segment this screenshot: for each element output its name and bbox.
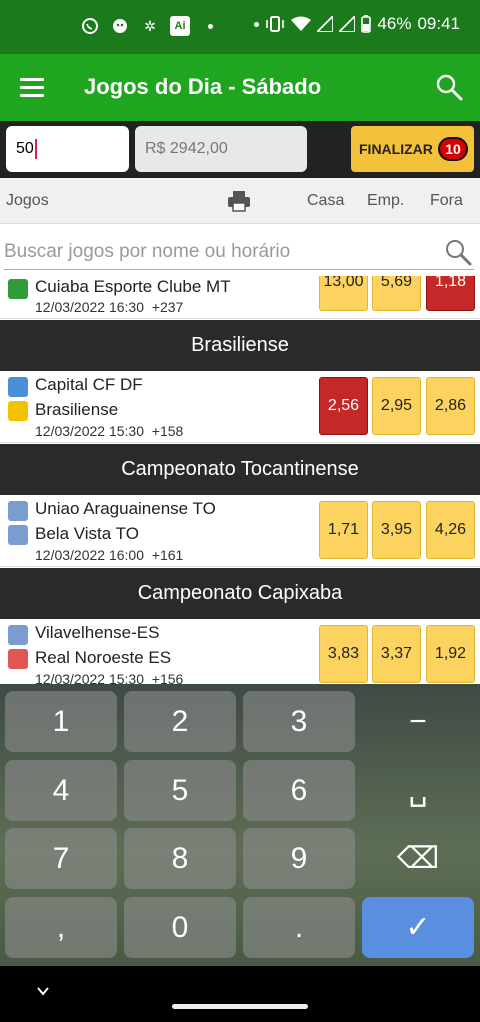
- bet-slip-bar: 50 R$ 2942,00 FINALIZAR 10: [0, 121, 480, 178]
- league-header: Brasiliense: [0, 320, 480, 371]
- stake-input[interactable]: 50: [6, 126, 129, 172]
- stake-value: 50: [16, 140, 34, 157]
- match-row[interactable]: Capital CF DF Brasiliense 12/03/2022 15:…: [0, 371, 480, 443]
- odd-draw[interactable]: 3,95: [372, 501, 421, 559]
- battery-icon: [361, 15, 372, 33]
- key-period[interactable]: .: [243, 897, 355, 958]
- printer-icon[interactable]: [227, 190, 251, 212]
- odd-home[interactable]: 3,83: [319, 625, 368, 683]
- away-team: Bela Vista TO: [35, 524, 139, 543]
- key-backspace[interactable]: ⌫: [362, 828, 474, 889]
- chevron-down-icon[interactable]: [36, 984, 50, 998]
- key-comma[interactable]: ,: [5, 897, 117, 958]
- home-team: Capital CF DF: [35, 375, 143, 394]
- team-crest-icon: [8, 501, 28, 521]
- game-search-input[interactable]: [4, 234, 474, 270]
- key-5[interactable]: 5: [124, 760, 236, 821]
- home-team: Vilavelhense-ES: [35, 623, 160, 642]
- key-0[interactable]: 0: [124, 897, 236, 958]
- wifi-icon: [291, 16, 312, 31]
- away-team: Brasiliense: [35, 400, 119, 419]
- league-header: Campeonato Capixaba: [0, 568, 480, 619]
- key-enter[interactable]: ✓: [362, 897, 474, 958]
- home-gesture-handle[interactable]: [172, 1004, 308, 1009]
- slack-icon: ✲: [144, 17, 156, 34]
- more-notifications-icon: [200, 16, 220, 36]
- key-6[interactable]: 6: [243, 760, 355, 821]
- odd-away[interactable]: 1,18: [426, 276, 475, 311]
- odd-home[interactable]: 13,00: [319, 276, 368, 311]
- finalize-button[interactable]: FINALIZAR 10: [351, 126, 474, 172]
- search-icon[interactable]: [434, 72, 464, 102]
- system-status: 46% 09:41: [254, 14, 460, 34]
- key-7[interactable]: 7: [5, 828, 117, 889]
- odd-home[interactable]: 2,56: [319, 377, 368, 435]
- match-row[interactable]: Vilavelhense-ES Real Noroeste ES 12/03/2…: [0, 619, 480, 684]
- odd-away[interactable]: 2,86: [426, 377, 475, 435]
- vibrate-icon: [266, 16, 285, 32]
- hamburger-menu-icon[interactable]: [20, 78, 44, 98]
- status-bar: ✲ Ai 46% 09:41: [0, 0, 480, 54]
- whatsapp-icon: [80, 16, 100, 36]
- odd-away[interactable]: 4,26: [426, 501, 475, 559]
- key-space[interactable]: ␣: [362, 760, 474, 821]
- draw-column-label: Emp.: [367, 192, 405, 209]
- games-column-label: Jogos: [6, 192, 49, 209]
- home-team: Cuiaba Esporte Clube MT: [35, 277, 231, 296]
- match-row[interactable]: Cuiaba Esporte Clube MT 12/03/2022 16:30…: [0, 276, 480, 319]
- key-2[interactable]: 2: [124, 691, 236, 752]
- finalize-label: FINALIZAR: [359, 141, 433, 157]
- match-date: 12/03/2022 16:00 +161: [35, 547, 184, 563]
- game-search-bar: [0, 226, 480, 276]
- odd-draw[interactable]: 2,95: [372, 377, 421, 435]
- key-minus[interactable]: −: [362, 691, 474, 752]
- odd-away[interactable]: 1,92: [426, 625, 475, 683]
- team-crest-icon: [8, 377, 28, 397]
- match-list: Cuiaba Esporte Clube MT 12/03/2022 16:30…: [0, 276, 480, 684]
- ai-app-icon: Ai: [170, 16, 190, 36]
- match-date: 12/03/2022 15:30 +158: [35, 423, 184, 439]
- team-crest-icon: [8, 525, 28, 545]
- key-1[interactable]: 1: [5, 691, 117, 752]
- app-bar: Jogos do Dia - Sábado: [0, 54, 480, 121]
- app-notification-icon: [110, 16, 130, 36]
- column-header: Jogos Casa Emp. Fora: [0, 178, 480, 224]
- team-crest-icon: [8, 401, 28, 421]
- match-row[interactable]: Uniao Araguainense TO Bela Vista TO 12/0…: [0, 495, 480, 567]
- numeric-keyboard: 1 2 3 − 4 5 6 ␣ 7 8 9 ⌫ , 0 . ✓: [0, 684, 480, 966]
- team-crest-icon: [8, 649, 28, 669]
- home-column-label: Casa: [307, 192, 345, 209]
- odd-draw[interactable]: 5,69: [372, 276, 421, 311]
- page-title: Jogos do Dia - Sábado: [84, 74, 322, 99]
- dot-icon: [254, 21, 260, 27]
- home-team: Uniao Araguainense TO: [35, 499, 216, 518]
- key-3[interactable]: 3: [243, 691, 355, 752]
- odd-draw[interactable]: 3,37: [372, 625, 421, 683]
- clock: 09:41: [417, 14, 460, 33]
- league-header: Campeonato Tocantinense: [0, 444, 480, 495]
- match-date: 12/03/2022 15:30 +156: [35, 671, 184, 684]
- team-crest-icon: [8, 625, 28, 645]
- signal-2-icon: [339, 16, 356, 32]
- selection-count-badge: 10: [438, 137, 468, 161]
- odd-home[interactable]: 1,71: [319, 501, 368, 559]
- key-4[interactable]: 4: [5, 760, 117, 821]
- away-column-label: Fora: [430, 192, 463, 209]
- match-date: 12/03/2022 16:30 +237: [35, 299, 184, 315]
- key-8[interactable]: 8: [124, 828, 236, 889]
- team-crest-icon: [8, 279, 28, 299]
- signal-icon: [317, 16, 334, 32]
- search-icon[interactable]: [444, 238, 472, 266]
- text-cursor: [34, 139, 37, 159]
- balance-field: R$ 2942,00: [135, 126, 307, 172]
- battery-level: 46%: [377, 14, 412, 33]
- key-9[interactable]: 9: [243, 828, 355, 889]
- navigation-bar: [0, 966, 480, 1022]
- away-team: Real Noroeste ES: [35, 648, 172, 667]
- notification-icons: ✲ Ai: [80, 16, 220, 36]
